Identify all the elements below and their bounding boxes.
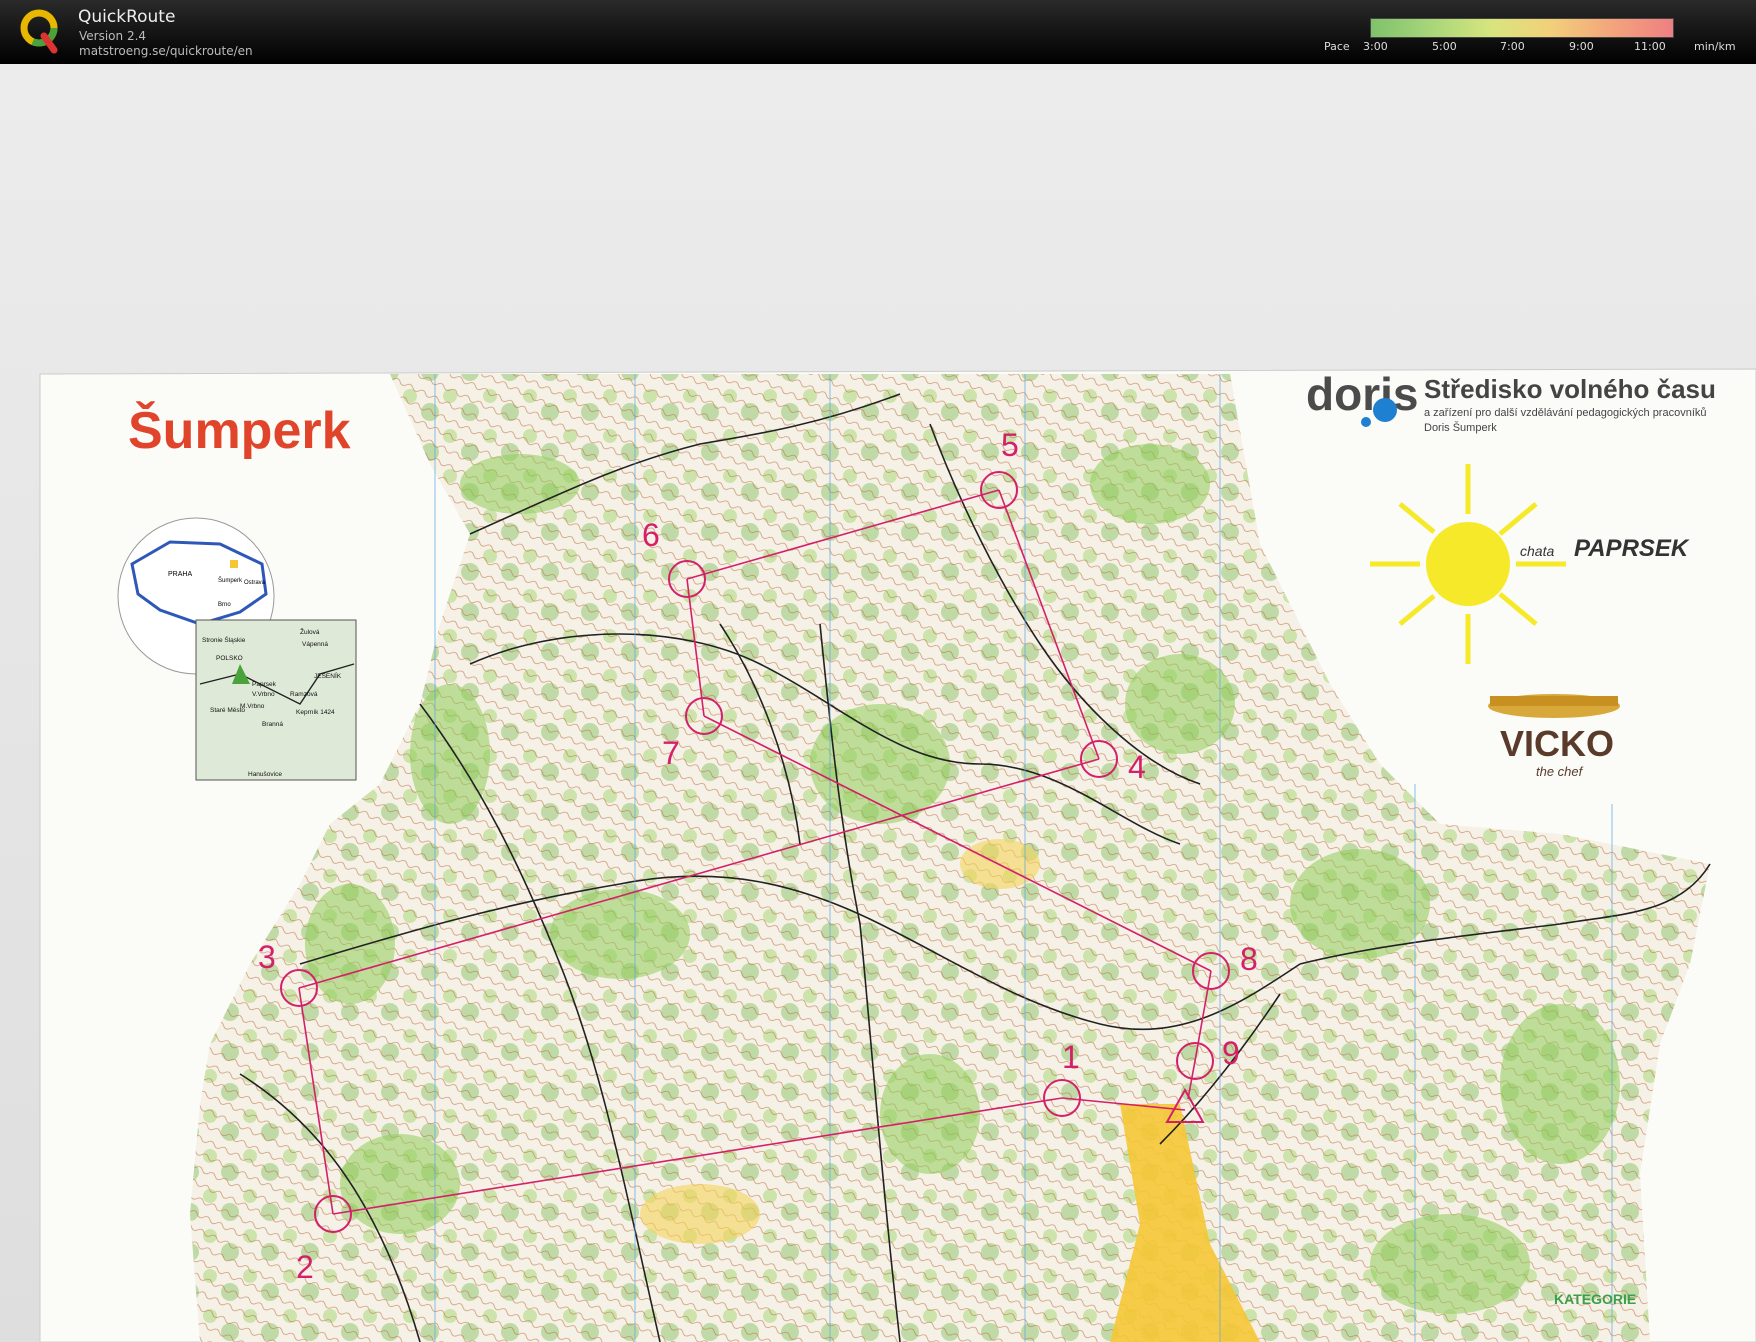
map-title: Šumperk <box>128 401 351 460</box>
svg-text:JESENÍK: JESENÍK <box>314 671 342 680</box>
control-number: 4 <box>1128 749 1146 785</box>
control-number: 8 <box>1240 941 1258 977</box>
pace-color-bar <box>1370 18 1674 38</box>
svg-text:Středisko volného času: Středisko volného času <box>1424 374 1716 404</box>
svg-text:Branná: Branná <box>262 721 283 728</box>
svg-text:POLSKO: POLSKO <box>216 655 243 662</box>
svg-text:Ostrava: Ostrava <box>244 580 266 586</box>
pace-tick: 5:00 <box>1432 40 1457 53</box>
control-number: 7 <box>662 735 680 771</box>
control-number: 5 <box>1001 427 1019 463</box>
pace-label: Pace <box>1324 40 1350 53</box>
svg-text:V.Vrbno: V.Vrbno <box>252 691 275 698</box>
pace-tick: 9:00 <box>1569 40 1594 53</box>
chata-big: PAPRSEK <box>1574 535 1690 562</box>
category-label: KATEGORIE <box>1554 1291 1636 1307</box>
svg-text:Hanušovice: Hanušovice <box>248 771 282 778</box>
pace-tick: 11:00 <box>1634 40 1666 53</box>
svg-text:VICKO: VICKO <box>1500 723 1614 764</box>
chata-small: chata <box>1520 543 1554 559</box>
app-version: Version 2.4 <box>79 29 147 43</box>
orienteering-map[interactable]: 1 2 3 4 5 6 7 8 9 Šumperk PRAHA Šumperk … <box>0 64 1756 1342</box>
svg-text:Keprník 1424: Keprník 1424 <box>296 709 335 716</box>
svg-text:a zařízení pro další vzděláván: a zařízení pro další vzdělávání pedagogi… <box>1424 407 1707 419</box>
svg-text:the chef: the chef <box>1536 764 1584 779</box>
svg-text:Stronie Śląskie: Stronie Śląskie <box>202 635 246 644</box>
control-number: 9 <box>1222 1035 1240 1071</box>
app-url[interactable]: matstroeng.se/quickroute/en <box>79 44 253 58</box>
pace-unit: min/km <box>1694 40 1736 53</box>
svg-text:Vápenná: Vápenná <box>302 641 328 648</box>
control-number: 1 <box>1062 1039 1080 1075</box>
svg-text:PRAHA: PRAHA <box>168 571 192 578</box>
top-bar: QuickRoute Version 2.4 matstroeng.se/qui… <box>0 0 1756 64</box>
svg-text:Ramzová: Ramzová <box>290 691 318 698</box>
pace-tick: 7:00 <box>1500 40 1525 53</box>
control-number: 6 <box>642 517 660 553</box>
control-number: 2 <box>296 1249 314 1285</box>
svg-text:Šumperk: Šumperk <box>218 577 243 584</box>
control-number: 3 <box>258 939 276 975</box>
svg-text:Žulová: Žulová <box>300 627 320 636</box>
svg-text:Staré Město: Staré Město <box>210 707 245 714</box>
pace-tick: 3:00 <box>1363 40 1388 53</box>
svg-text:doris: doris <box>1306 368 1418 420</box>
svg-text:Brno: Brno <box>218 602 231 608</box>
app-title: QuickRoute <box>78 7 176 27</box>
svg-text:Doris Šumperk: Doris Šumperk <box>1424 421 1497 434</box>
svg-text:Paprsek: Paprsek <box>252 681 277 688</box>
quickroute-logo-icon <box>20 9 58 54</box>
